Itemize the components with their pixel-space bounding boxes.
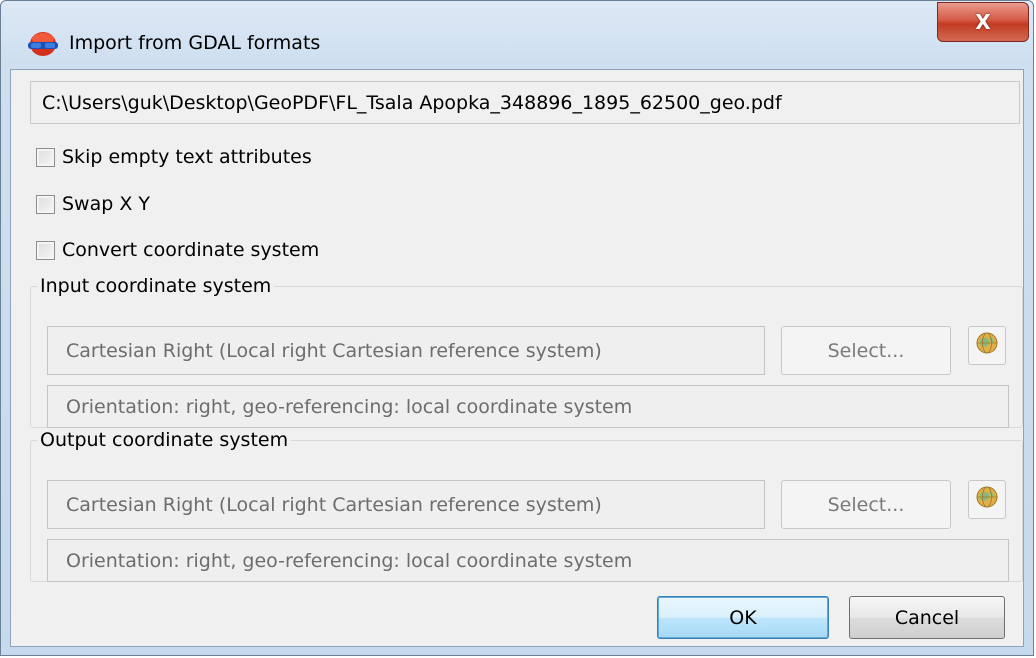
input-cs-system-field: Cartesian Right (Local right Cartesian r…	[47, 326, 765, 375]
close-button[interactable]: X	[937, 2, 1029, 42]
window-title: Import from GDAL formats	[69, 32, 321, 54]
dialog-window: Import from GDAL formats X C:\Users\guk\…	[0, 0, 1034, 656]
convert-cs-label: Convert coordinate system	[62, 239, 320, 261]
cancel-button[interactable]: Cancel	[849, 596, 1005, 639]
swap-xy-option[interactable]: Swap X Y	[36, 193, 150, 215]
swap-xy-label: Swap X Y	[62, 193, 151, 215]
title-bar[interactable]: Import from GDAL formats X	[1, 1, 1033, 67]
app-icon	[25, 29, 61, 59]
ok-button[interactable]: OK	[657, 596, 829, 639]
output-cs-select-button[interactable]: Select...	[781, 480, 951, 529]
output-cs-globe-button[interactable]	[968, 480, 1006, 519]
output-cs-orientation-field: Orientation: right, geo-referencing: loc…	[47, 539, 1009, 582]
skip-empty-checkbox[interactable]	[36, 147, 55, 167]
globe-icon	[975, 485, 999, 514]
output-cs-legend: Output coordinate system	[40, 429, 289, 451]
globe-icon	[975, 331, 999, 360]
swap-xy-checkbox[interactable]	[36, 194, 55, 214]
output-cs-system-field: Cartesian Right (Local right Cartesian r…	[47, 480, 765, 529]
input-cs-group: Input coordinate system Cartesian Right …	[30, 275, 1023, 428]
close-icon: X	[975, 10, 991, 34]
skip-empty-option[interactable]: Skip empty text attributes	[36, 146, 312, 168]
dialog-body: C:\Users\guk\Desktop\GeoPDF\FL_Tsala Apo…	[10, 69, 1024, 647]
input-cs-legend: Input coordinate system	[40, 275, 272, 297]
convert-cs-option[interactable]: Convert coordinate system	[36, 239, 319, 261]
input-cs-select-button[interactable]: Select...	[781, 326, 951, 375]
file-path-field[interactable]: C:\Users\guk\Desktop\GeoPDF\FL_Tsala Apo…	[30, 81, 1020, 124]
input-cs-orientation-field: Orientation: right, geo-referencing: loc…	[47, 385, 1009, 428]
input-cs-globe-button[interactable]	[968, 326, 1006, 365]
output-cs-group: Output coordinate system Cartesian Right…	[30, 429, 1023, 582]
convert-cs-checkbox[interactable]	[36, 240, 55, 260]
skip-empty-label: Skip empty text attributes	[62, 146, 312, 168]
